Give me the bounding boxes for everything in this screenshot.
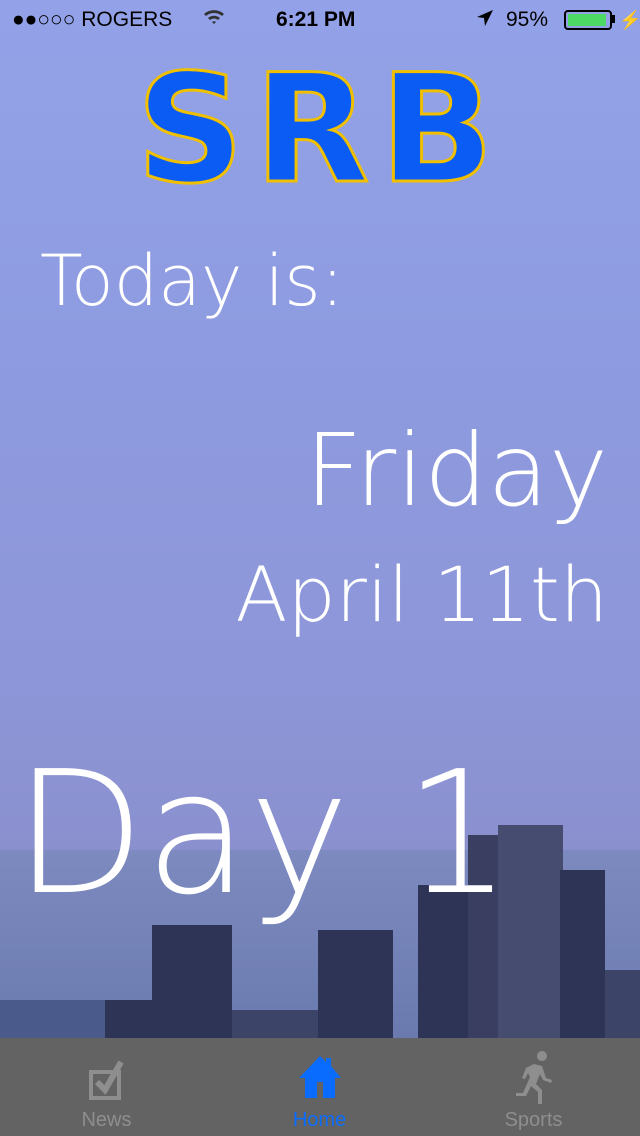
clock: 6:21 PM <box>276 8 356 31</box>
srb-logo: SRB <box>135 43 504 217</box>
battery-percent: 95% <box>506 8 549 31</box>
tab-news[interactable]: News <box>0 1038 213 1136</box>
checkbox-icon <box>88 1060 124 1100</box>
status-bar: ●●○○○ ROGERS 6:21 PM 95% ⚡ <box>0 0 640 40</box>
charging-icon: ⚡ <box>619 10 640 30</box>
today-label: Today is: <box>40 240 345 322</box>
carrier: ●●○○○ ROGERS <box>12 8 173 31</box>
tab-sports[interactable]: Sports <box>427 1038 640 1136</box>
tab-home[interactable]: Home <box>213 1038 426 1136</box>
runner-icon <box>515 1051 552 1104</box>
date: April 11th <box>235 550 608 639</box>
tab-label: Home <box>292 1109 347 1131</box>
tab-label: News <box>81 1109 132 1131</box>
battery-icon <box>564 10 612 30</box>
tab-bar: News Home Sports <box>0 1038 640 1136</box>
wifi-icon <box>202 6 226 32</box>
location-arrow-icon <box>476 9 494 33</box>
tab-label: Sports <box>504 1109 563 1131</box>
day-cycle: Day 1 <box>14 735 512 933</box>
house-icon <box>298 1056 341 1098</box>
weekday: Friday <box>304 412 608 529</box>
